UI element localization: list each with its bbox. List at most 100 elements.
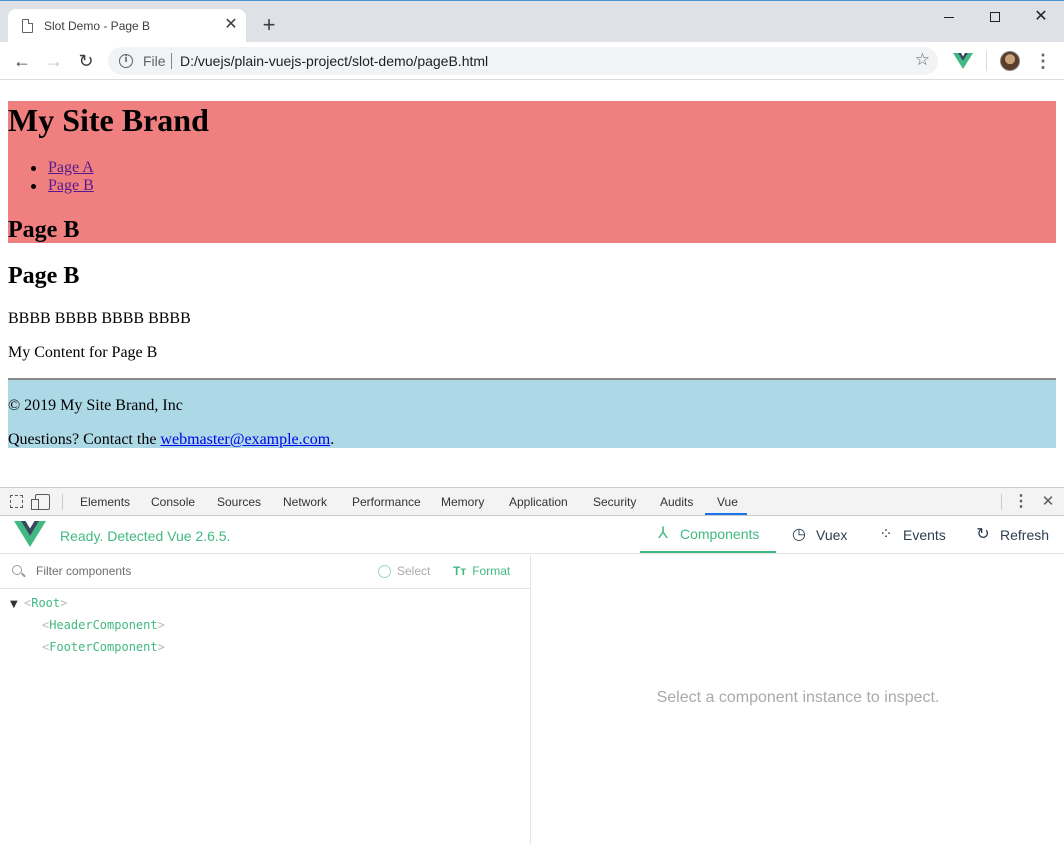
tree-node-root[interactable]: ▼ <Root>: [10, 593, 67, 613]
select-label: Select: [397, 564, 431, 578]
text-format-icon: Tт: [453, 564, 467, 578]
browser-menu-icon[interactable]: ⋮: [1034, 50, 1052, 72]
tab-application[interactable]: Application: [509, 495, 568, 509]
refresh-icon: ↻: [976, 525, 990, 543]
close-icon: ✕: [1034, 8, 1048, 25]
tree-node-name: FooterComponent: [49, 640, 158, 654]
plus-icon: +: [262, 12, 276, 37]
vue-tab-components-label: Components: [680, 525, 760, 542]
window-minimize-button[interactable]: [926, 1, 972, 33]
window-close-button[interactable]: ✕: [1018, 1, 1064, 33]
nav-link-page-a[interactable]: Page A: [48, 159, 94, 176]
maximize-icon: [990, 12, 1000, 22]
events-icon: ⁘: [879, 525, 893, 543]
expand-arrow-icon[interactable]: ▼: [10, 595, 24, 615]
arrow-left-icon: ←: [13, 51, 31, 71]
site-footer: © 2019 My Site Brand, Inc Questions? Con…: [8, 378, 1056, 448]
devtools-menu-icon[interactable]: ⋮: [1013, 492, 1029, 512]
tab-network[interactable]: Network: [283, 495, 327, 509]
contact-suffix: .: [330, 431, 335, 448]
vue-tab-vuex-label: Vuex: [816, 526, 848, 543]
devtools-divider: [1001, 494, 1002, 510]
nav-item-page-b: Page B: [8, 177, 94, 195]
vue-tab-events[interactable]: ⁘ Events: [877, 516, 946, 553]
vue-status-text: Ready. Detected Vue 2.6.5.: [60, 528, 231, 544]
tab-console[interactable]: Console: [151, 495, 195, 509]
profile-avatar[interactable]: [1000, 51, 1020, 71]
components-icon: ⅄: [658, 524, 668, 542]
tab-audits[interactable]: Audits: [660, 495, 693, 509]
devtools-divider: [62, 494, 63, 510]
vue-logo-icon: [14, 521, 46, 547]
minimize-icon: [944, 16, 954, 18]
inspect-placeholder-message: Select a component instance to inspect.: [656, 689, 940, 706]
footer-contact: Questions? Contact the webmaster@example…: [8, 431, 334, 449]
tab-performance[interactable]: Performance: [352, 495, 421, 509]
main-content: My Content for Page B: [8, 344, 158, 361]
info-icon[interactable]: i: [119, 54, 133, 68]
inspect-element-icon[interactable]: [10, 495, 23, 508]
filter-components-input[interactable]: Filter components: [36, 564, 131, 578]
search-icon: [12, 565, 22, 575]
browser-title-bar: Slot Demo - Page B ✕ + ✕: [0, 0, 1064, 43]
format-label: Format: [472, 564, 511, 578]
format-toggle-button[interactable]: Tт Format: [453, 564, 510, 578]
tree-node-footer-component[interactable]: <FooterComponent>: [42, 637, 165, 657]
vue-tab-events-label: Events: [903, 526, 946, 543]
reload-button[interactable]: ↻: [73, 48, 99, 74]
main-text: BBBB BBBB BBBB BBBB: [8, 310, 191, 327]
site-header: My Site Brand Page A Page B Page B: [8, 101, 1056, 243]
address-bar[interactable]: i File D:/vuejs/plain-vuejs-project/slot…: [108, 47, 938, 75]
window-maximize-button[interactable]: [972, 1, 1018, 33]
tab-close-icon[interactable]: ✕: [222, 16, 240, 34]
reload-icon: ↻: [78, 51, 94, 71]
site-nav: Page A Page B: [8, 159, 94, 195]
history-icon: ◷: [792, 525, 806, 543]
vue-devtools-header: Ready. Detected Vue 2.6.5. ⅄ Components ◷…: [0, 516, 1064, 554]
devtools-panel: Elements Console Sources Network Perform…: [0, 487, 1064, 844]
tab-title: Slot Demo - Page B: [44, 19, 151, 33]
header-page-title: Page B: [8, 217, 80, 243]
contact-prefix: Questions? Contact the: [8, 431, 161, 448]
device-toolbar-icon[interactable]: [31, 494, 50, 510]
nav-link-page-b[interactable]: Page B: [48, 177, 94, 194]
forward-button[interactable]: →: [41, 48, 67, 74]
vue-refresh-label: Refresh: [1000, 526, 1050, 543]
tab-vue[interactable]: Vue: [717, 495, 738, 509]
tree-node-header-component[interactable]: <HeaderComponent>: [42, 615, 165, 635]
tree-node-name: Root: [31, 596, 61, 610]
vue-devtools-extension-icon[interactable]: [953, 52, 973, 70]
target-icon: [378, 564, 391, 578]
bookmark-star-icon[interactable]: ☆: [915, 50, 930, 70]
toolbar-divider: [986, 51, 987, 71]
vue-tab-components[interactable]: ⅄ Components: [640, 516, 776, 553]
page-viewport: My Site Brand Page A Page B Page B Page …: [0, 81, 1064, 486]
new-tab-button[interactable]: +: [258, 14, 280, 36]
vue-tab-vuex[interactable]: ◷ Vuex: [790, 516, 847, 553]
nav-item-page-a: Page A: [8, 159, 94, 177]
page-icon: [22, 19, 33, 33]
omnibox-divider: [171, 53, 172, 69]
select-component-button[interactable]: Select: [378, 564, 430, 578]
tab-memory[interactable]: Memory: [441, 495, 484, 509]
main-page-title: Page B: [8, 263, 80, 289]
tab-security[interactable]: Security: [593, 495, 636, 509]
url-text[interactable]: D:/vuejs/plain-vuejs-project/slot-demo/p…: [180, 53, 488, 69]
devtools-tab-bar: Elements Console Sources Network Perform…: [0, 488, 1064, 516]
footer-copyright: © 2019 My Site Brand, Inc: [8, 397, 183, 414]
vue-refresh-button[interactable]: ↻ Refresh: [974, 516, 1049, 553]
components-tree-pane: Filter components Select Tт Format ▼ <Root…: [0, 555, 531, 844]
webmaster-email-link[interactable]: webmaster@example.com: [160, 431, 330, 448]
back-button[interactable]: ←: [9, 48, 35, 74]
component-inspector-pane: Select a component instance to inspect.: [532, 555, 1064, 844]
active-tab-indicator: [705, 513, 747, 515]
devtools-close-icon[interactable]: ✕: [1039, 492, 1057, 512]
browser-toolbar: ← → ↻ i File D:/vuejs/plain-vuejs-projec…: [0, 42, 1064, 80]
filter-bar: Filter components Select Tт Format: [0, 555, 531, 589]
tree-node-name: HeaderComponent: [49, 618, 158, 632]
tab-sources[interactable]: Sources: [217, 495, 261, 509]
tab-elements[interactable]: Elements: [80, 495, 130, 509]
url-scheme: File: [143, 53, 166, 69]
arrow-right-icon: →: [45, 51, 63, 71]
browser-tab[interactable]: Slot Demo - Page B ✕: [8, 9, 246, 43]
